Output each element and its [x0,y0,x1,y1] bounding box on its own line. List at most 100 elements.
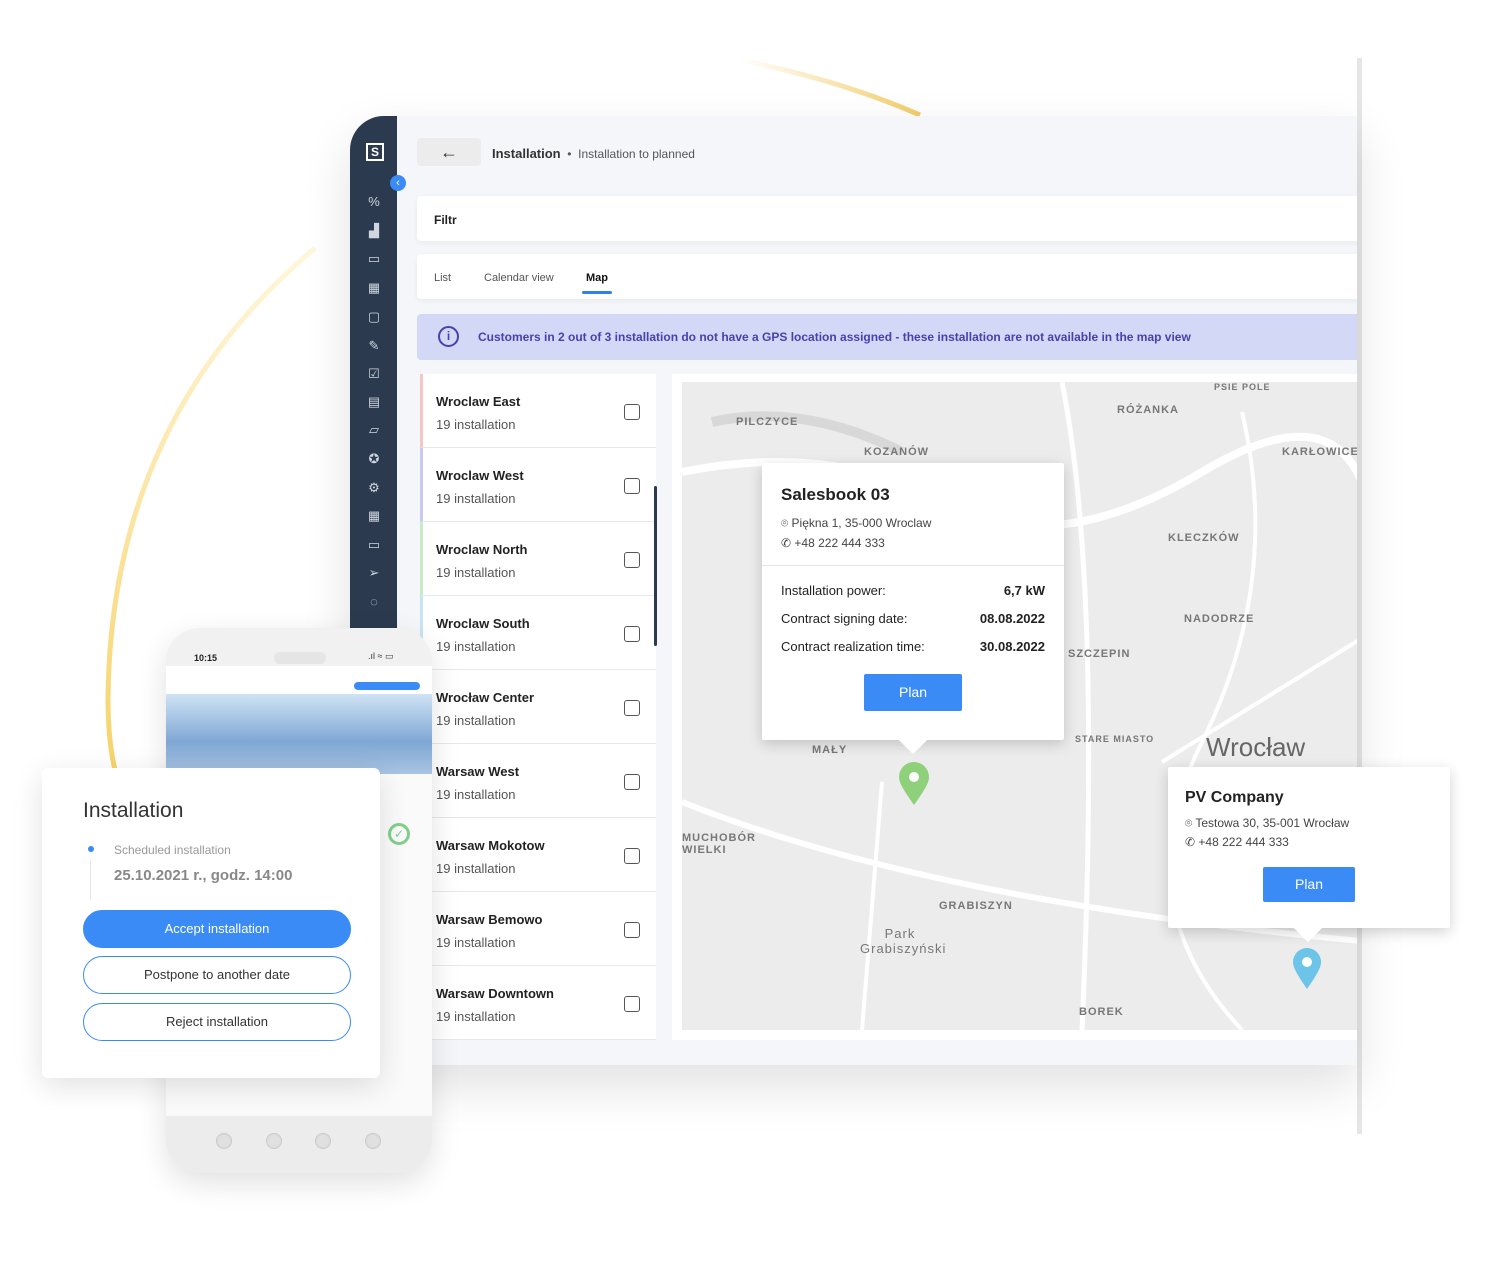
location-checkbox[interactable] [624,626,640,642]
info-banner: i Customers in 2 out of 3 installation d… [417,314,1357,360]
value: 30.08.2022 [979,639,1045,654]
label: Contract signing date: [781,611,908,626]
location-item[interactable]: Warsaw Bemowo 19 installation [420,892,656,966]
installation-count: 19 installation [436,417,516,432]
chat-icon[interactable]: ◌ [366,594,382,610]
info-banner-text: Customers in 2 out of 3 installation do … [478,330,1191,344]
label: Installation power: [781,583,886,598]
location-checkbox[interactable] [624,848,640,864]
installation-count: 19 installation [436,935,516,950]
location-item[interactable]: Wroclaw South 19 installation [420,596,656,670]
location-item[interactable]: Wroclaw West 19 installation [420,448,656,522]
map-label: NADODRZE [1184,613,1255,625]
popup-phone: ✆ +48 222 444 333 [781,536,885,550]
list-scrollbar[interactable] [654,486,657,646]
solar-panel-icon[interactable]: ▦ [366,508,382,524]
map-label-city: Wrocław [1206,732,1306,762]
nav-dot[interactable] [315,1133,331,1149]
calendar-icon[interactable]: ▤ [366,394,382,410]
installation-count: 19 installation [436,861,516,876]
value: 6,7 kW [1003,583,1045,598]
plan-button[interactable]: Plan [1263,867,1355,902]
location-name: Wroclaw South [436,616,530,631]
location-item[interactable]: Warsaw West 19 installation [420,744,656,818]
send-icon[interactable]: ➢ [366,565,382,581]
tab-calendar-view[interactable]: Calendar view [484,272,554,284]
notch [274,652,326,664]
map-label: MUCHOBÓR WIELKI [682,832,756,856]
map-label: MAŁY [812,744,848,756]
star-badge-icon[interactable]: ✪ [366,451,382,467]
location-checkbox[interactable] [624,774,640,790]
installation-power: Installation power: 6,7 kW [781,583,1045,598]
location-checkbox[interactable] [624,478,640,494]
tab-map[interactable]: Map [582,272,612,294]
breadcrumb: Installation • Installation to planned [492,146,695,161]
accept-installation-button[interactable]: Accept installation [83,910,351,948]
nav-dot[interactable] [216,1133,232,1149]
building-icon[interactable]: ▦ [366,280,382,296]
map-pin-green-icon[interactable] [898,762,930,806]
phone-text: +48 222 444 333 [1198,835,1289,849]
map-label: STARE MIASTO [1075,734,1155,744]
scheduled-label: Scheduled installation [114,843,231,857]
installation-count: 19 installation [436,713,516,728]
popup-phone: ✆ +48 222 444 333 [1185,835,1289,849]
location-checkbox[interactable] [624,922,640,938]
settings-icon[interactable]: ⚙ [366,480,382,496]
location-checkbox[interactable] [624,404,640,420]
nav-dot[interactable] [266,1133,282,1149]
map-pin-blue-icon[interactable] [1292,948,1322,990]
popup-address: ⌾ Testowa 30, 35-001 Wrocław [1185,816,1349,831]
location-name: Wroclaw East [436,394,521,409]
installation-popup: Salesbook 03 ⌾ Piękna 1, 35-000 Wroclaw … [762,463,1064,740]
location-name: Warsaw Downtown [436,986,554,1001]
reject-installation-button[interactable]: Reject installation [83,1003,351,1041]
location-item[interactable]: Wroclaw North 19 installation [420,522,656,596]
back-button[interactable]: ← [417,138,481,166]
crm-icon[interactable]: ▢ [366,309,382,325]
installation-count: 19 installation [436,491,516,506]
filter-panel[interactable]: Filtr [417,196,1357,241]
status-time: 10:15 [194,653,218,663]
location-item[interactable]: Warsaw Mokotow 19 installation [420,818,656,892]
location-item[interactable]: Warsaw Downtown 19 installation [420,966,656,1040]
location-checkbox[interactable] [624,700,640,716]
installation-count: 19 installation [436,639,516,654]
monitor-icon[interactable]: ▭ [366,251,382,267]
location-item[interactable]: Wroclaw East 19 installation [420,374,656,448]
nav-dot[interactable] [365,1133,381,1149]
map-label: PSIE POLE [1214,382,1271,392]
document-edit-icon[interactable]: ✎ [366,338,382,354]
map-label: KLECZKÓW [1168,532,1240,544]
view-tabs: List Calendar view Map [417,254,1357,299]
tab-list[interactable]: List [434,272,451,284]
folder-icon[interactable]: ▱ [366,422,382,438]
clipboard-icon[interactable]: ☑ [366,366,382,382]
solar-panel-photo [166,694,432,774]
location-checkbox[interactable] [624,552,640,568]
contract-signing-date: Contract signing date: 08.08.2022 [781,611,1045,626]
postpone-button[interactable]: Postpone to another date [83,956,351,994]
installation-count: 19 installation [436,565,516,580]
map-label: PILCZYCE [736,416,799,428]
popup-address: ⌾ Piękna 1, 35-000 Wroclaw [781,516,931,531]
installation-count: 19 installation [436,1009,516,1024]
popup-title: PV Company [1185,789,1284,806]
check-circle-icon: ✓ [388,823,410,845]
book-icon[interactable]: ▭ [366,537,382,553]
location-item[interactable]: Wrocław Center 19 installation [420,670,656,744]
location-checkbox[interactable] [624,996,640,1012]
mobile-badges [354,682,420,690]
discount-icon[interactable]: % [366,194,382,210]
chart-icon[interactable]: ▟ [366,223,382,239]
label: Contract realization time: [781,639,925,654]
plan-button[interactable]: Plan [864,674,962,711]
collapse-sidebar-button[interactable]: ‹ [390,175,406,191]
map-label: KOZANÓW [864,446,930,458]
phone-icon: ✆ [1185,835,1196,849]
timeline-dot [88,846,94,852]
map-label: BOREK [1079,1006,1124,1018]
phone-icon: ✆ [781,536,792,550]
breadcrumb-main: Installation [492,146,561,161]
